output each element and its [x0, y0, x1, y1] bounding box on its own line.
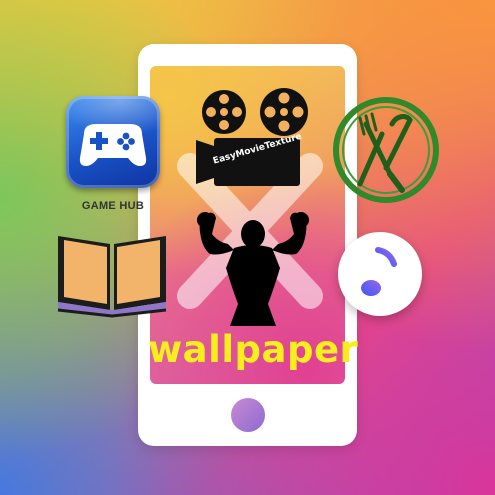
game-hub-label: GAME HUB — [81, 200, 145, 212]
game-hub-app-icon[interactable] — [66, 96, 160, 188]
music-app-icon[interactable] — [338, 232, 422, 316]
open-book-icon[interactable] — [54, 226, 170, 318]
home-button[interactable] — [230, 398, 265, 432]
fork-knife-icon[interactable] — [330, 94, 442, 206]
music-note-icon — [361, 247, 397, 296]
gamepad-icon — [79, 124, 147, 166]
bodybuilder-icon[interactable] — [184, 208, 322, 326]
wallpaper-label: wallpaper — [148, 328, 359, 371]
